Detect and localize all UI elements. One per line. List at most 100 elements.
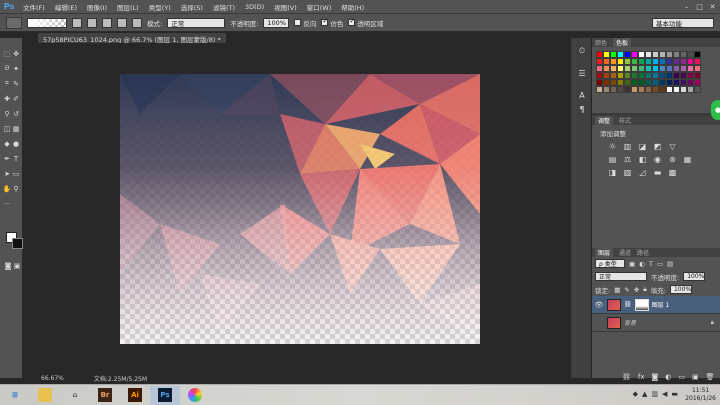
document-image[interactable] (120, 74, 480, 344)
color-swatch[interactable] (603, 72, 610, 79)
color-swatch[interactable] (687, 79, 694, 86)
tab-styles[interactable]: 样式 (619, 116, 631, 125)
clock[interactable]: 11:51 2016/1/26 (685, 387, 716, 403)
color-swatch[interactable] (638, 51, 645, 58)
color-swatch[interactable] (680, 86, 687, 93)
color-swatch[interactable] (645, 51, 652, 58)
lock-pixels-icon[interactable]: ▦ (614, 286, 620, 294)
color-swatch[interactable] (610, 51, 617, 58)
color-swatch[interactable] (666, 58, 673, 65)
history-brush-tool-icon[interactable]: ↺ (11, 108, 21, 119)
invert-icon[interactable]: ◨ (608, 168, 617, 177)
tab-color[interactable]: 颜色 (595, 38, 607, 47)
workspace-select[interactable]: 基本功能 (652, 18, 714, 28)
color-swatch[interactable] (652, 58, 659, 65)
magic-wand-tool-icon[interactable]: ✦ (11, 63, 21, 74)
menu-layer[interactable]: 图层(L) (112, 2, 144, 12)
add-mask-icon[interactable]: ◙ (652, 373, 659, 381)
delete-layer-icon[interactable]: 🗑︎ (706, 373, 715, 381)
menu-image[interactable]: 图像(I) (82, 2, 112, 12)
color-swatch[interactable] (673, 86, 680, 93)
new-adjustment-icon[interactable]: ◐ (665, 373, 671, 381)
lock-position-icon[interactable]: ✥ (634, 286, 639, 294)
taskbar-home[interactable]: ⌂ (60, 386, 90, 405)
color-swatch[interactable] (687, 65, 694, 72)
taskbar-illustrator[interactable]: Ai (120, 386, 150, 405)
layer-row[interactable]: 👁︎ ⛓︎ 图层 1 (592, 296, 720, 314)
color-swatch[interactable] (631, 58, 638, 65)
taskbar-colorful-app[interactable] (180, 386, 210, 405)
filter-adjust-icon[interactable]: ◐ (639, 260, 645, 268)
color-swatch[interactable] (673, 51, 680, 58)
layer-opacity-input[interactable]: 100% (683, 272, 706, 281)
color-swatch[interactable] (624, 51, 631, 58)
properties-icon[interactable]: ☰ (576, 68, 588, 78)
posterize-icon[interactable]: ▨ (623, 168, 632, 177)
color-swatch[interactable] (694, 51, 701, 58)
gradient-map-icon[interactable]: ▬ (653, 168, 662, 177)
selective-color-icon[interactable]: ▩ (668, 168, 677, 177)
maximize-button[interactable]: □ (694, 2, 705, 11)
color-swatch[interactable] (673, 65, 680, 72)
opacity-input[interactable]: 100% (263, 17, 290, 28)
color-swatch[interactable] (638, 58, 645, 65)
color-swatch[interactable] (659, 86, 666, 93)
gradient-editor-swatch[interactable] (27, 17, 67, 28)
color-swatch[interactable] (610, 86, 617, 93)
color-swatch[interactable] (596, 58, 603, 65)
transparency-checkbox[interactable] (348, 17, 356, 26)
move-tool-icon[interactable]: ✥ (11, 48, 21, 59)
color-swatch[interactable] (666, 86, 673, 93)
link-layers-icon[interactable]: ⛓︎ (622, 373, 631, 381)
fill-input[interactable]: 100% (669, 285, 692, 294)
color-swatch[interactable] (666, 72, 673, 79)
brush-tool-icon[interactable]: ✐ (11, 93, 21, 104)
color-balance-icon[interactable]: ⚖ (623, 155, 632, 164)
mode-select[interactable]: 正常 (167, 17, 226, 28)
color-swatch[interactable] (610, 79, 617, 86)
exposure-icon[interactable]: ◩ (653, 142, 662, 151)
color-swatch[interactable] (603, 58, 610, 65)
taskbar-bridge[interactable]: Br (90, 386, 120, 405)
visibility-eye-icon[interactable]: 👁︎ (594, 301, 604, 309)
angle-gradient-button[interactable] (102, 17, 112, 28)
tab-adjustments[interactable]: 调整 (595, 116, 614, 125)
menu-file[interactable]: 文件(F) (18, 2, 50, 12)
color-swatch[interactable] (624, 58, 631, 65)
color-swatch[interactable] (631, 72, 638, 79)
color-swatch[interactable] (659, 58, 666, 65)
filter-type-icon[interactable]: T (649, 260, 653, 268)
brightness-icon[interactable]: ☼ (608, 142, 617, 151)
color-swatch[interactable] (617, 58, 624, 65)
color-swatch[interactable] (652, 72, 659, 79)
color-swatch[interactable] (659, 72, 666, 79)
color-swatch[interactable] (666, 51, 673, 58)
dodge-tool-icon[interactable]: ● (11, 138, 21, 149)
screen-mode-icon[interactable]: ▣ (12, 260, 22, 271)
color-swatch[interactable] (631, 65, 638, 72)
blend-mode-select[interactable]: 正常 (595, 272, 647, 281)
color-swatch[interactable] (694, 72, 701, 79)
color-swatch[interactable] (694, 86, 701, 93)
diamond-gradient-button[interactable] (132, 17, 142, 28)
color-swatch[interactable] (680, 65, 687, 72)
black-white-icon[interactable]: ◧ (638, 155, 647, 164)
minimize-button[interactable]: – (681, 2, 692, 11)
color-swatch[interactable] (603, 65, 610, 72)
color-swatch[interactable] (680, 79, 687, 86)
history-icon[interactable]: ⏲ (576, 46, 588, 56)
keyboard-icon[interactable]: ▬ (671, 390, 678, 398)
gradient-tool-icon[interactable]: ▦ (11, 123, 21, 134)
paragraph-icon[interactable]: ¶ (576, 104, 588, 114)
color-swatch[interactable] (645, 65, 652, 72)
color-swatch[interactable] (610, 72, 617, 79)
menu-3d[interactable]: 3D(D) (240, 3, 269, 11)
color-swatch[interactable] (645, 79, 652, 86)
layer-filter-select[interactable]: ρ 类型 (595, 259, 625, 268)
color-swatch[interactable] (673, 72, 680, 79)
tab-channels[interactable]: 通道 (619, 248, 631, 257)
layer-mask-thumbnail[interactable] (634, 298, 649, 311)
color-swatch[interactable] (624, 72, 631, 79)
filter-shape-icon[interactable]: ▭ (657, 260, 663, 268)
color-swatch[interactable] (645, 72, 652, 79)
